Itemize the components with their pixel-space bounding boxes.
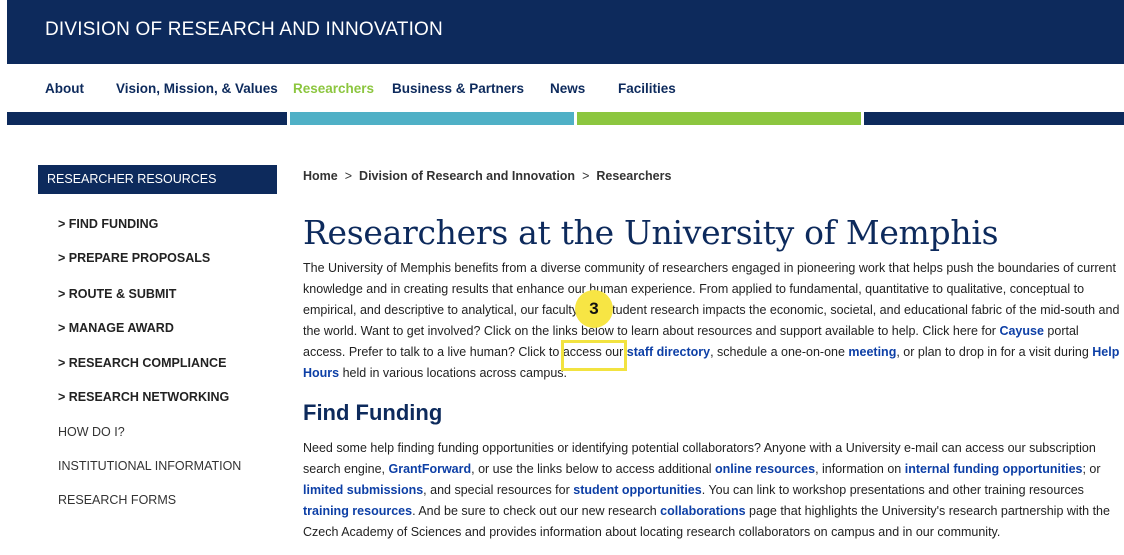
breadcrumb-researchers: Researchers: [596, 169, 672, 183]
intro-text: , or plan to drop in for a visit during: [896, 345, 1093, 359]
cayuse-highlight-box: [561, 340, 627, 371]
main-nav: About Vision, Mission, & Values Research…: [7, 64, 1124, 112]
sidebar-item-how-do-i[interactable]: HOW DO I?: [58, 425, 125, 439]
nav-news[interactable]: News: [550, 81, 585, 96]
student-opportunities-link[interactable]: student opportunities: [573, 483, 701, 497]
funding-text: , information on: [815, 462, 905, 476]
sidebar-item-find-funding[interactable]: > FIND FUNDING: [58, 217, 158, 231]
color-stripe-navy-right: [864, 112, 1124, 125]
funding-text: , and special resources for: [423, 483, 574, 497]
sidebar-heading[interactable]: RESEARCHER RESOURCES: [38, 165, 277, 194]
internal-funding-link[interactable]: internal funding opportunities: [905, 462, 1083, 476]
nav-business-partners[interactable]: Business & Partners: [392, 81, 524, 96]
limited-submissions-link[interactable]: limited submissions: [303, 483, 423, 497]
step-badge: 3: [575, 290, 613, 328]
intro-text: The University of Memphis benefits from …: [303, 261, 1120, 338]
sidebar-item-prepare-proposals[interactable]: > PREPARE PROPOSALS: [58, 251, 210, 265]
sidebar-item-research-compliance[interactable]: > RESEARCH COMPLIANCE: [58, 356, 226, 370]
find-funding-paragraph: Need some help finding funding opportuni…: [303, 438, 1123, 543]
nav-about[interactable]: About: [45, 81, 84, 96]
breadcrumb-division[interactable]: Division of Research and Innovation: [359, 169, 575, 183]
training-resources-link[interactable]: training resources: [303, 504, 412, 518]
sidebar-item-manage-award[interactable]: > MANAGE AWARD: [58, 321, 174, 335]
nav-researchers[interactable]: Researchers: [293, 81, 374, 96]
intro-text: held in various locations across campus.: [339, 366, 568, 380]
breadcrumb-separator: >: [582, 169, 590, 183]
meeting-link[interactable]: meeting: [848, 345, 896, 359]
color-stripe-teal: [290, 112, 574, 125]
collaborations-link[interactable]: collaborations: [660, 504, 745, 518]
page-title: Researchers at the University of Memphis: [303, 213, 999, 252]
site-title[interactable]: DIVISION OF RESEARCH AND INNOVATION: [45, 19, 443, 41]
grantforward-link[interactable]: GrantForward: [388, 462, 471, 476]
funding-text: ; or: [1082, 462, 1101, 476]
sidebar-item-institutional-information[interactable]: INSTITUTIONAL INFORMATION: [58, 459, 241, 473]
nav-vision-mission-values[interactable]: Vision, Mission, & Values: [116, 81, 278, 96]
sidebar-item-research-networking[interactable]: > RESEARCH NETWORKING: [58, 390, 229, 404]
color-stripe-green: [577, 112, 861, 125]
sidebar-item-route-submit[interactable]: > ROUTE & SUBMIT: [58, 287, 176, 301]
site-header: DIVISION OF RESEARCH AND INNOVATION: [7, 0, 1124, 64]
staff-directory-link[interactable]: staff directory: [627, 345, 710, 359]
funding-text: . You can link to workshop presentations…: [701, 483, 1084, 497]
breadcrumb: Home > Division of Research and Innovation…: [303, 169, 671, 183]
find-funding-heading: Find Funding: [303, 400, 443, 425]
sidebar-item-research-forms[interactable]: RESEARCH FORMS: [58, 493, 176, 507]
funding-text: , or use the links below to access addit…: [471, 462, 716, 476]
cayuse-link[interactable]: Cayuse: [999, 324, 1043, 338]
breadcrumb-separator: >: [344, 169, 353, 183]
online-resources-link[interactable]: online resources: [715, 462, 815, 476]
intro-text: , schedule a one-on-one: [710, 345, 849, 359]
nav-facilities[interactable]: Facilities: [618, 81, 676, 96]
breadcrumb-home[interactable]: Home: [303, 169, 338, 183]
color-stripe-navy: [7, 112, 287, 125]
funding-text: . And be sure to check out our new resea…: [412, 504, 661, 518]
intro-paragraph: The University of Memphis benefits from …: [303, 258, 1123, 384]
